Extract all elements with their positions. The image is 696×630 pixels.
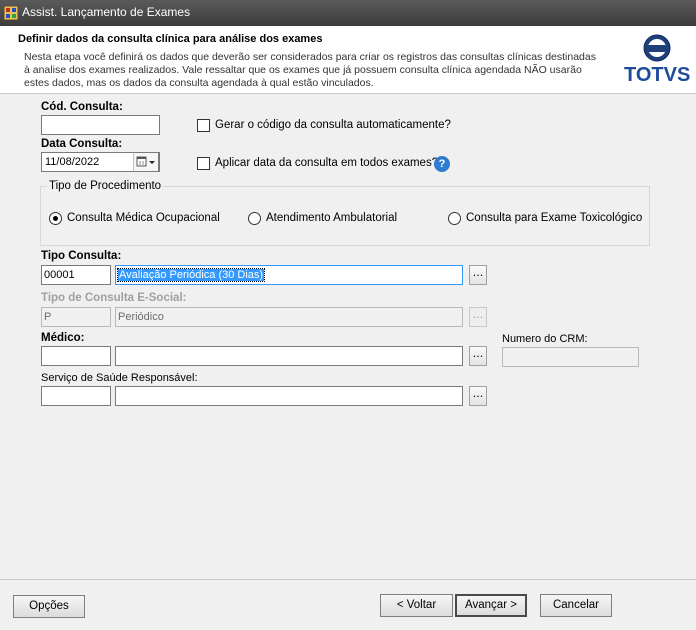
tipo-consulta-label: Tipo Consulta:: [41, 250, 122, 262]
app-icon: [4, 6, 18, 20]
tipo-esocial-description-input[interactable]: Periódico: [115, 307, 463, 327]
medico-code-input[interactable]: [41, 346, 111, 366]
gerar-codigo-checkbox[interactable]: [197, 119, 210, 132]
window-title: Assist. Lançamento de Exames: [22, 5, 191, 19]
medico-label: Médico:: [41, 332, 85, 344]
aplicar-data-label: Aplicar data da consulta em todos exames…: [215, 157, 439, 169]
aplicar-data-checkbox[interactable]: [197, 157, 210, 170]
radio-consulta-medica-label: Consulta Médica Ocupacional: [67, 212, 220, 224]
options-button[interactable]: Opções: [13, 595, 85, 618]
help-icon[interactable]: ?: [434, 156, 450, 172]
tipo-consulta-code-input[interactable]: 00001: [41, 265, 111, 285]
crm-input[interactable]: [502, 347, 639, 367]
servico-saude-code-input[interactable]: [41, 386, 111, 406]
cod-consulta-input[interactable]: [41, 115, 160, 135]
radio-atendimento-ambulatorial[interactable]: [248, 212, 261, 225]
servico-saude-lookup-button[interactable]: ...: [469, 386, 487, 406]
data-consulta-label: Data Consulta:: [41, 138, 123, 150]
title-bar: Assist. Lançamento de Exames: [0, 0, 696, 26]
totvs-logo: TOTVS: [624, 34, 690, 88]
tipo-esocial-label: Tipo de Consulta E-Social:: [41, 292, 187, 304]
tipo-consulta-description-value: Avaliação Periódica (30 Dias): [116, 268, 266, 282]
calendar-icon: [136, 156, 155, 167]
medico-name-input[interactable]: [115, 346, 463, 366]
wizard-header: Definir dados da consulta clínica para a…: [0, 26, 696, 94]
next-button[interactable]: Avançar >: [455, 594, 527, 617]
footer-divider: [0, 579, 696, 580]
step-description: Nesta etapa você definirá os dados que d…: [24, 51, 596, 89]
tipo-procedimento-title: Tipo de Procedimento: [47, 180, 164, 192]
back-button[interactable]: < Voltar: [380, 594, 453, 617]
servico-saude-label: Serviço de Saúde Responsável:: [41, 372, 198, 384]
tipo-consulta-lookup-button[interactable]: ...: [469, 265, 487, 285]
radio-exame-toxicologico[interactable]: [448, 212, 461, 225]
servico-saude-name-input[interactable]: [115, 386, 463, 406]
cod-consulta-label: Cód. Consulta:: [41, 101, 123, 113]
medico-lookup-button[interactable]: ...: [469, 346, 487, 366]
cancel-button[interactable]: Cancelar: [540, 594, 612, 617]
radio-consulta-medica[interactable]: [49, 212, 62, 225]
step-title: Definir dados da consulta clínica para a…: [18, 33, 323, 45]
data-consulta-value: 11/08/2022: [45, 156, 100, 168]
radio-exame-toxicologico-label: Consulta para Exame Toxicológico: [466, 212, 643, 224]
tipo-esocial-lookup-button[interactable]: ...: [469, 307, 487, 327]
gerar-codigo-label: Gerar o código da consulta automaticamen…: [215, 119, 451, 131]
tipo-consulta-description-input[interactable]: Avaliação Periódica (30 Dias): [115, 265, 463, 285]
logo-text: TOTVS: [624, 64, 691, 86]
tipo-esocial-code-input[interactable]: P: [41, 307, 111, 327]
radio-atendimento-ambulatorial-label: Atendimento Ambulatorial: [266, 212, 398, 224]
calendar-dropdown-button[interactable]: [133, 152, 159, 172]
crm-label: Numero do CRM:: [502, 333, 588, 345]
